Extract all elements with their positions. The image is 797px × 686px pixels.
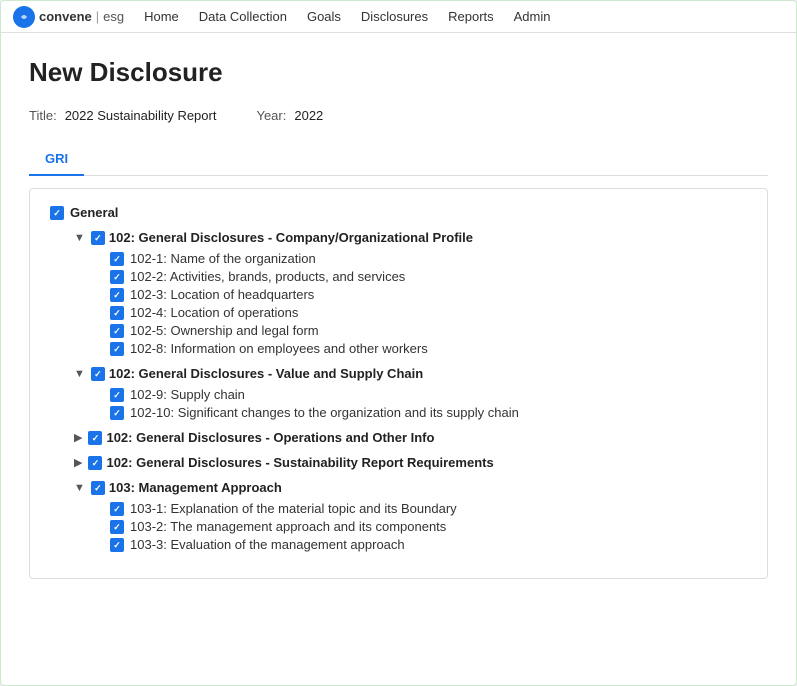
item-label: 102-8: Information on employees and othe… <box>130 341 428 356</box>
section-label-s2: 102: General Disclosures - Value and Sup… <box>109 366 423 381</box>
nav-item-disclosures[interactable]: Disclosures <box>361 3 428 30</box>
chevron-icon[interactable]: ▶ <box>74 431 82 444</box>
logo-icon <box>13 6 35 28</box>
item-checkbox[interactable] <box>110 388 124 402</box>
nav-item-goals[interactable]: Goals <box>307 3 341 30</box>
title-field: Title: 2022 Sustainability Report <box>29 108 216 123</box>
list-item: 102-3: Location of headquarters <box>110 287 747 302</box>
item-label: 102-9: Supply chain <box>130 387 245 402</box>
year-label: Year: <box>256 108 286 123</box>
sub-section-s4: ▶ 102: General Disclosures - Sustainabili… <box>74 455 747 470</box>
item-label: 103-2: The management approach and its c… <box>130 519 446 534</box>
item-checkbox[interactable] <box>110 306 124 320</box>
item-checkbox[interactable] <box>110 520 124 534</box>
logo-brand-text: convene <box>39 9 92 24</box>
item-label: 103-3: Evaluation of the management appr… <box>130 537 405 552</box>
top-nav: convene | esg Home Data Collection Goals Di… <box>1 1 796 33</box>
chevron-icon[interactable]: ▼ <box>74 482 85 494</box>
section-label-s3: 102: General Disclosures - Operations an… <box>106 430 434 445</box>
year-value: 2022 <box>294 108 323 123</box>
general-checkbox[interactable] <box>50 206 64 220</box>
chevron-icon[interactable]: ▶ <box>74 456 82 469</box>
nav-item-home[interactable]: Home <box>144 3 179 30</box>
chevron-icon[interactable]: ▼ <box>74 232 85 244</box>
section-items-s5: 103-1: Explanation of the material topic… <box>110 501 747 552</box>
list-item: 102-4: Location of operations <box>110 305 747 320</box>
nav-menu: Home Data Collection Goals Disclosures Repor… <box>144 3 550 30</box>
section-checkbox-s4[interactable] <box>88 456 102 470</box>
item-label: 103-1: Explanation of the material topic… <box>130 501 457 516</box>
item-checkbox[interactable] <box>110 538 124 552</box>
item-checkbox[interactable] <box>110 406 124 420</box>
nav-item-reports[interactable]: Reports <box>448 3 494 30</box>
nav-item-data-collection[interactable]: Data Collection <box>199 3 287 30</box>
general-label: General <box>70 205 118 220</box>
item-checkbox[interactable] <box>110 270 124 284</box>
item-checkbox[interactable] <box>110 252 124 266</box>
section-checkbox-s5[interactable] <box>91 481 105 495</box>
chevron-icon[interactable]: ▼ <box>74 368 85 380</box>
section-items-s2: 102-9: Supply chain 102-10: Significant c… <box>110 387 747 420</box>
list-item: 103-3: Evaluation of the management appr… <box>110 537 747 552</box>
section-checkbox-s3[interactable] <box>88 431 102 445</box>
tabs-container: GRI <box>29 143 768 176</box>
year-field: Year: 2022 <box>256 108 323 123</box>
section-checkbox-s1[interactable] <box>91 231 105 245</box>
item-checkbox[interactable] <box>110 342 124 356</box>
logo[interactable]: convene | esg <box>13 6 124 28</box>
nav-item-admin[interactable]: Admin <box>514 3 551 30</box>
item-checkbox[interactable] <box>110 324 124 338</box>
item-label: 102-3: Location of headquarters <box>130 287 314 302</box>
sub-section-s2: ▼ 102: General Disclosures - Value and Su… <box>74 366 747 420</box>
sections-container: ▼ 102: General Disclosures - Company/Orga… <box>50 230 747 552</box>
list-item: 102-8: Information on employees and othe… <box>110 341 747 356</box>
list-item: 102-2: Activities, brands, products, and… <box>110 269 747 284</box>
section-label-s4: 102: General Disclosures - Sustainabilit… <box>106 455 493 470</box>
title-value: 2022 Sustainability Report <box>65 108 217 123</box>
section-header-s1[interactable]: ▼ 102: General Disclosures - Company/Orga… <box>74 230 747 245</box>
item-checkbox[interactable] <box>110 288 124 302</box>
list-item: 102-5: Ownership and legal form <box>110 323 747 338</box>
section-header-s4[interactable]: ▶ 102: General Disclosures - Sustainabili… <box>74 455 747 470</box>
item-label: 102-1: Name of the organization <box>130 251 316 266</box>
section-label-s1: 102: General Disclosures - Company/Organ… <box>109 230 473 245</box>
logo-separator: | <box>96 9 99 24</box>
logo-sub-text: esg <box>103 9 124 24</box>
item-label: 102-5: Ownership and legal form <box>130 323 319 338</box>
section-items-s1: 102-1: Name of the organization 102-2: Ac… <box>110 251 747 356</box>
list-item: 103-2: The management approach and its c… <box>110 519 747 534</box>
section-label-s5: 103: Management Approach <box>109 480 282 495</box>
list-item: 102-9: Supply chain <box>110 387 747 402</box>
section-checkbox-s2[interactable] <box>91 367 105 381</box>
list-item: 102-1: Name of the organization <box>110 251 747 266</box>
item-label: 102-10: Significant changes to the organ… <box>130 405 519 420</box>
section-header-s5[interactable]: ▼ 103: Management Approach <box>74 480 747 495</box>
sub-section-s3: ▶ 102: General Disclosures - Operations a… <box>74 430 747 445</box>
gri-panel: General ▼ 102: General Disclosures - Comp… <box>29 188 768 579</box>
list-item: 103-1: Explanation of the material topic… <box>110 501 747 516</box>
tab-gri[interactable]: GRI <box>29 143 84 176</box>
main-content: New Disclosure Title: 2022 Sustainabilit… <box>1 33 796 603</box>
item-checkbox[interactable] <box>110 502 124 516</box>
item-label: 102-4: Location of operations <box>130 305 298 320</box>
form-row: Title: 2022 Sustainability Report Year: … <box>29 108 768 123</box>
section-header-s3[interactable]: ▶ 102: General Disclosures - Operations a… <box>74 430 747 445</box>
general-header: General <box>50 205 747 220</box>
title-label: Title: <box>29 108 57 123</box>
item-label: 102-2: Activities, brands, products, and… <box>130 269 405 284</box>
section-header-s2[interactable]: ▼ 102: General Disclosures - Value and Su… <box>74 366 747 381</box>
list-item: 102-10: Significant changes to the organ… <box>110 405 747 420</box>
sub-section-s5: ▼ 103: Management Approach 103-1: Explanat… <box>74 480 747 552</box>
page-title: New Disclosure <box>29 57 768 88</box>
sub-section-s1: ▼ 102: General Disclosures - Company/Orga… <box>74 230 747 356</box>
